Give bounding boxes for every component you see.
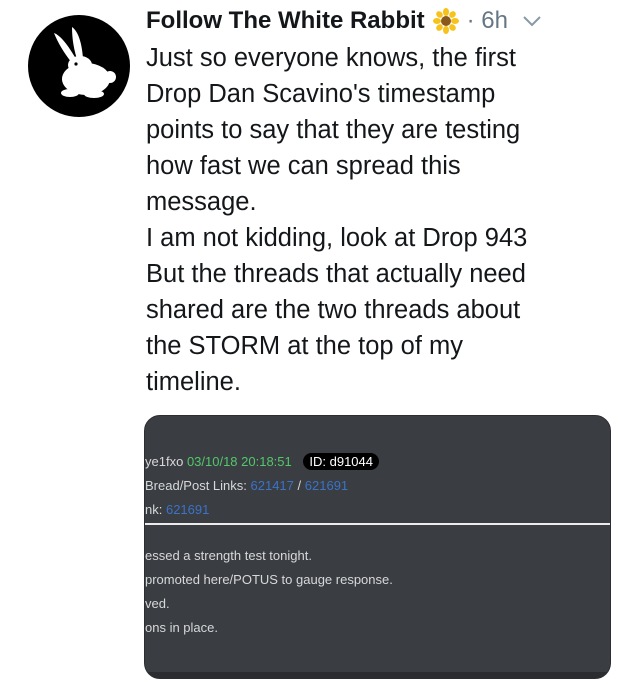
media-link-separator: / bbox=[297, 478, 302, 493]
media-line-1: ye1fxo 03/10/18 20:18:51 ID: d91044 bbox=[145, 453, 379, 470]
media-line-2: Bread/Post Links: 621417 / 621691 bbox=[145, 478, 348, 493]
timestamp[interactable]: · 6h bbox=[467, 7, 508, 35]
white-rabbit-icon bbox=[54, 27, 116, 98]
tweet-header: Follow The White Rabbit · 6h bbox=[146, 6, 626, 36]
chevron-down-icon[interactable] bbox=[522, 14, 542, 28]
media-body-line: essed a strength test tonight. bbox=[145, 548, 312, 563]
media-links-label: Bread/Post Links: bbox=[145, 478, 247, 493]
media-date: 03/10/18 20:18:51 bbox=[186, 454, 292, 469]
sunflower-icon bbox=[432, 8, 459, 34]
media-username: ye1fxo bbox=[145, 454, 184, 469]
avatar[interactable] bbox=[28, 15, 130, 117]
media-link-1: 621417 bbox=[250, 478, 294, 493]
media-link-3: 621691 bbox=[165, 502, 210, 517]
tweet-text: Just so everyone knows, the first Drop D… bbox=[146, 44, 528, 396]
media-bottom-bar bbox=[145, 672, 610, 678]
media-body-line: ved. bbox=[145, 596, 170, 611]
media-body-line: promoted here/POTUS to gauge response. bbox=[145, 572, 393, 587]
author-name[interactable]: Follow The White Rabbit bbox=[146, 7, 425, 35]
tweet-media-image[interactable]: ye1fxo 03/10/18 20:18:51 ID: d91044 Brea… bbox=[144, 415, 611, 679]
media-line-3: nk: 621691 bbox=[145, 502, 209, 517]
media-divider bbox=[145, 523, 610, 525]
media-body-line: ons in place. bbox=[145, 620, 218, 635]
media-link-2: 621691 bbox=[304, 478, 349, 493]
media-link-label: nk: bbox=[145, 502, 163, 517]
media-id-badge: ID: d91044 bbox=[303, 453, 379, 470]
